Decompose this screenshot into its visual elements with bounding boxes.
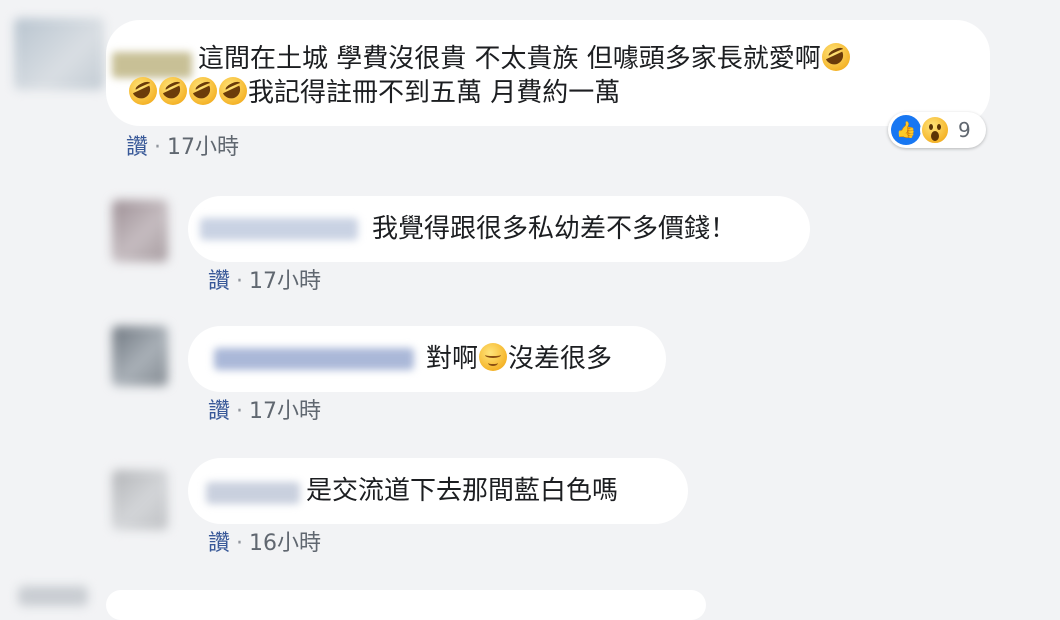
like-link[interactable]: 讚	[126, 135, 148, 160]
timestamp-link[interactable]: 17小時	[249, 269, 321, 294]
like-link[interactable]: 讚	[208, 531, 230, 556]
comment-text-segment: 沒差很多	[508, 344, 613, 374]
like-link[interactable]: 讚	[208, 399, 230, 424]
avatar[interactable]	[112, 200, 168, 262]
commenter-name[interactable]	[206, 482, 300, 504]
avatar[interactable]	[14, 18, 104, 90]
comment-meta: 讚 · 17小時	[126, 134, 239, 162]
commenter-name[interactable]	[200, 218, 358, 240]
avatar[interactable]	[18, 586, 88, 606]
like-link[interactable]: 讚	[208, 269, 230, 294]
separator: ·	[236, 269, 244, 294]
reaction-summary[interactable]: 👍 9	[888, 112, 986, 148]
comment-meta: 讚 · 17小時	[208, 398, 321, 426]
avatar[interactable]	[112, 326, 168, 386]
commenter-name[interactable]	[214, 348, 414, 370]
comment-text: 對啊 沒差很多	[426, 342, 612, 376]
separator: ·	[236, 531, 244, 556]
rofl-emoji-icon	[189, 77, 217, 105]
rofl-emoji-icon	[129, 77, 157, 105]
comment-bubble	[106, 590, 706, 620]
comment-text-segment: 對啊	[426, 344, 479, 374]
rofl-emoji-icon	[219, 77, 247, 105]
timestamp-link[interactable]: 17小時	[249, 399, 321, 424]
timestamp-link[interactable]: 16小時	[249, 531, 321, 556]
separator: ·	[154, 135, 162, 160]
avatar[interactable]	[112, 470, 168, 530]
comment-text: 我記得註冊不到五萬 月費約一萬	[128, 76, 620, 110]
rofl-emoji-icon	[159, 77, 187, 105]
relieved-face-icon	[479, 343, 508, 371]
separator: ·	[236, 399, 244, 424]
like-icon: 👍	[891, 115, 921, 145]
comment-text-line: 我記得註冊不到五萬 月費約一萬	[248, 78, 621, 108]
rofl-emoji-icon	[821, 43, 850, 71]
commenter-name[interactable]	[112, 52, 192, 78]
wow-icon	[920, 115, 950, 145]
timestamp-link[interactable]: 17小時	[167, 135, 239, 160]
comment-meta: 讚 · 17小時	[208, 268, 321, 296]
comment-text: 我覺得跟很多私幼差不多價錢！	[372, 214, 737, 244]
reaction-count: 9	[958, 118, 971, 142]
comment-text: 是交流道下去那間藍白色嗎	[306, 476, 619, 506]
comment-text-line: 這間在土城 學費沒很貴 不太貴族 但噱頭多家長就愛啊	[198, 44, 821, 74]
comment-text: 這間在土城 學費沒很貴 不太貴族 但噱頭多家長就愛啊	[198, 42, 851, 76]
comment-meta: 讚 · 16小時	[208, 530, 321, 558]
